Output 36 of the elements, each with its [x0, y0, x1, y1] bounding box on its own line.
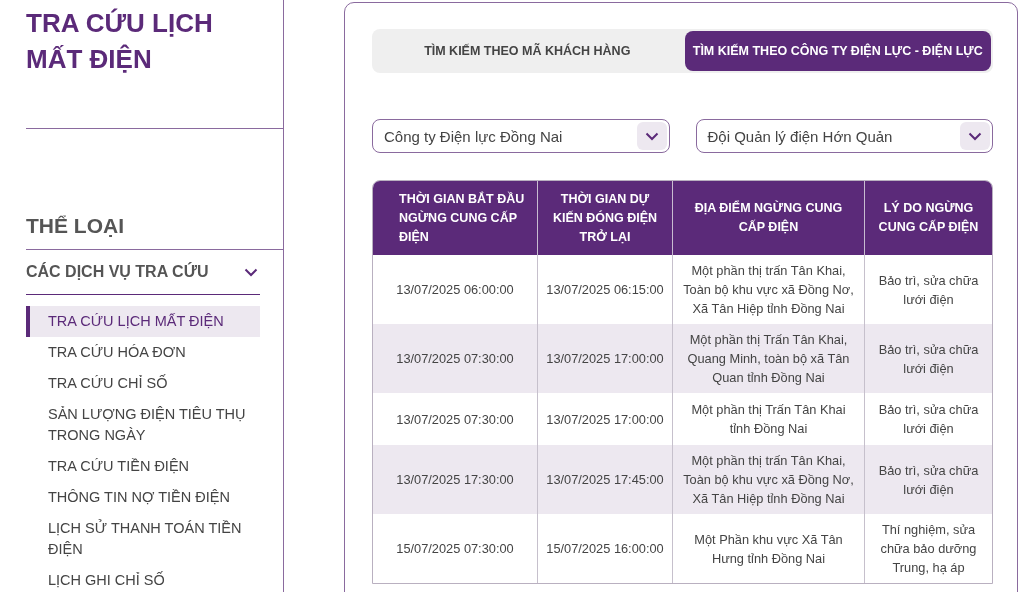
table-cell: 13/07/2025 17:30:00	[373, 445, 537, 514]
table-cell-text: 13/07/2025 06:00:00	[395, 281, 515, 299]
sidebar-menu-item[interactable]: LỊCH SỬ THANH TOÁN TIỀN ĐIỆN	[26, 513, 260, 565]
column-header: LÝ DO NGỪNG CUNG CẤP ĐIỆN	[864, 181, 992, 255]
table-cell-text: 13/07/2025 07:30:00	[395, 410, 515, 429]
table-cell: Một Phần khu vực Xã Tân Hưng tỉnh Đồng Nai	[672, 514, 864, 583]
table-cell: Bảo trì, sửa chữa lưới điện	[864, 445, 992, 514]
sidebar-menu-item[interactable]: TRA CỨU LỊCH MẤT ĐIỆN	[26, 306, 260, 337]
column-header: ĐỊA ĐIỂM NGỪNG CUNG CẤP ĐIỆN	[672, 181, 864, 255]
search-mode-tab[interactable]: TÌM KIẾM THEO CÔNG TY ĐIỆN LỰC - ĐIỆN LỰC	[684, 31, 991, 71]
table-cell: Một phần thị Trấn Tân Khai, Quang Minh, toàn bộ xã Tân Quan tỉnh Đồng Nai	[672, 324, 864, 393]
dropdown-select[interactable]: Công ty Điện lực Đồng Nai	[372, 119, 670, 153]
table-cell: 13/07/2025 17:00:00	[537, 324, 672, 393]
table-cell: 13/07/2025 17:45:00	[537, 445, 672, 514]
table-cell: Một phần thị trấn Tân Khai, Toàn bộ khu vực xã Đồng Nơ, Xã Tân Hiệp tỉnh Đồng Nai	[672, 445, 864, 514]
table-cell: Bảo trì, sửa chữa lưới điện	[864, 324, 992, 393]
chevron-down-icon	[960, 122, 990, 150]
search-mode-tab[interactable]: TÌM KIẾM THEO MÃ KHÁCH HÀNG	[374, 31, 681, 71]
sidebar-menu-item[interactable]: THÔNG TIN NỢ TIỀN ĐIỆN	[26, 482, 260, 513]
chevron-down-icon	[244, 267, 258, 277]
table-cell-text: 15/07/2025 07:30:00	[395, 540, 515, 558]
table-cell: 15/07/2025 16:00:00	[537, 514, 672, 583]
table-cell: Thí nghiệm, sửa chữa bảo dưỡng Trung, hạ áp	[864, 514, 992, 583]
page-title: TRA CỨU LỊCH MẤT ĐIỆN	[26, 7, 214, 76]
services-group-toggle[interactable]: CÁC DỊCH VỤ TRA CỨU	[26, 250, 260, 295]
sidebar-menu-item[interactable]: LỊCH GHI CHỈ SỐ	[26, 565, 260, 592]
chevron-down-icon	[636, 122, 667, 150]
sidebar-menu-item[interactable]: TRA CỨU TIỀN ĐIỆN	[26, 451, 260, 482]
sidebar-menu-item[interactable]: TRA CỨU HÓA ĐƠN	[26, 337, 260, 368]
column-header: THỜI GIAN BẮT ĐẦU NGỪNG CUNG CẤP ĐIỆN	[373, 181, 537, 255]
category-heading: THỂ LOẠI	[26, 213, 125, 239]
dropdown-select[interactable]: Đội Quản lý điện Hớn Quản	[695, 119, 993, 153]
column-header: THỜI GIAN DỰ KIẾN ĐÓNG ĐIỆN TRỞ LẠI	[537, 181, 672, 255]
sidebar-menu-item[interactable]: TRA CỨU CHỈ SỐ	[26, 368, 260, 399]
sidebar-menu-item[interactable]: SẢN LƯỢNG ĐIỆN TIÊU THỤ TRONG NGÀY	[26, 399, 260, 451]
table-cell: 13/07/2025 07:30:00	[373, 324, 537, 393]
